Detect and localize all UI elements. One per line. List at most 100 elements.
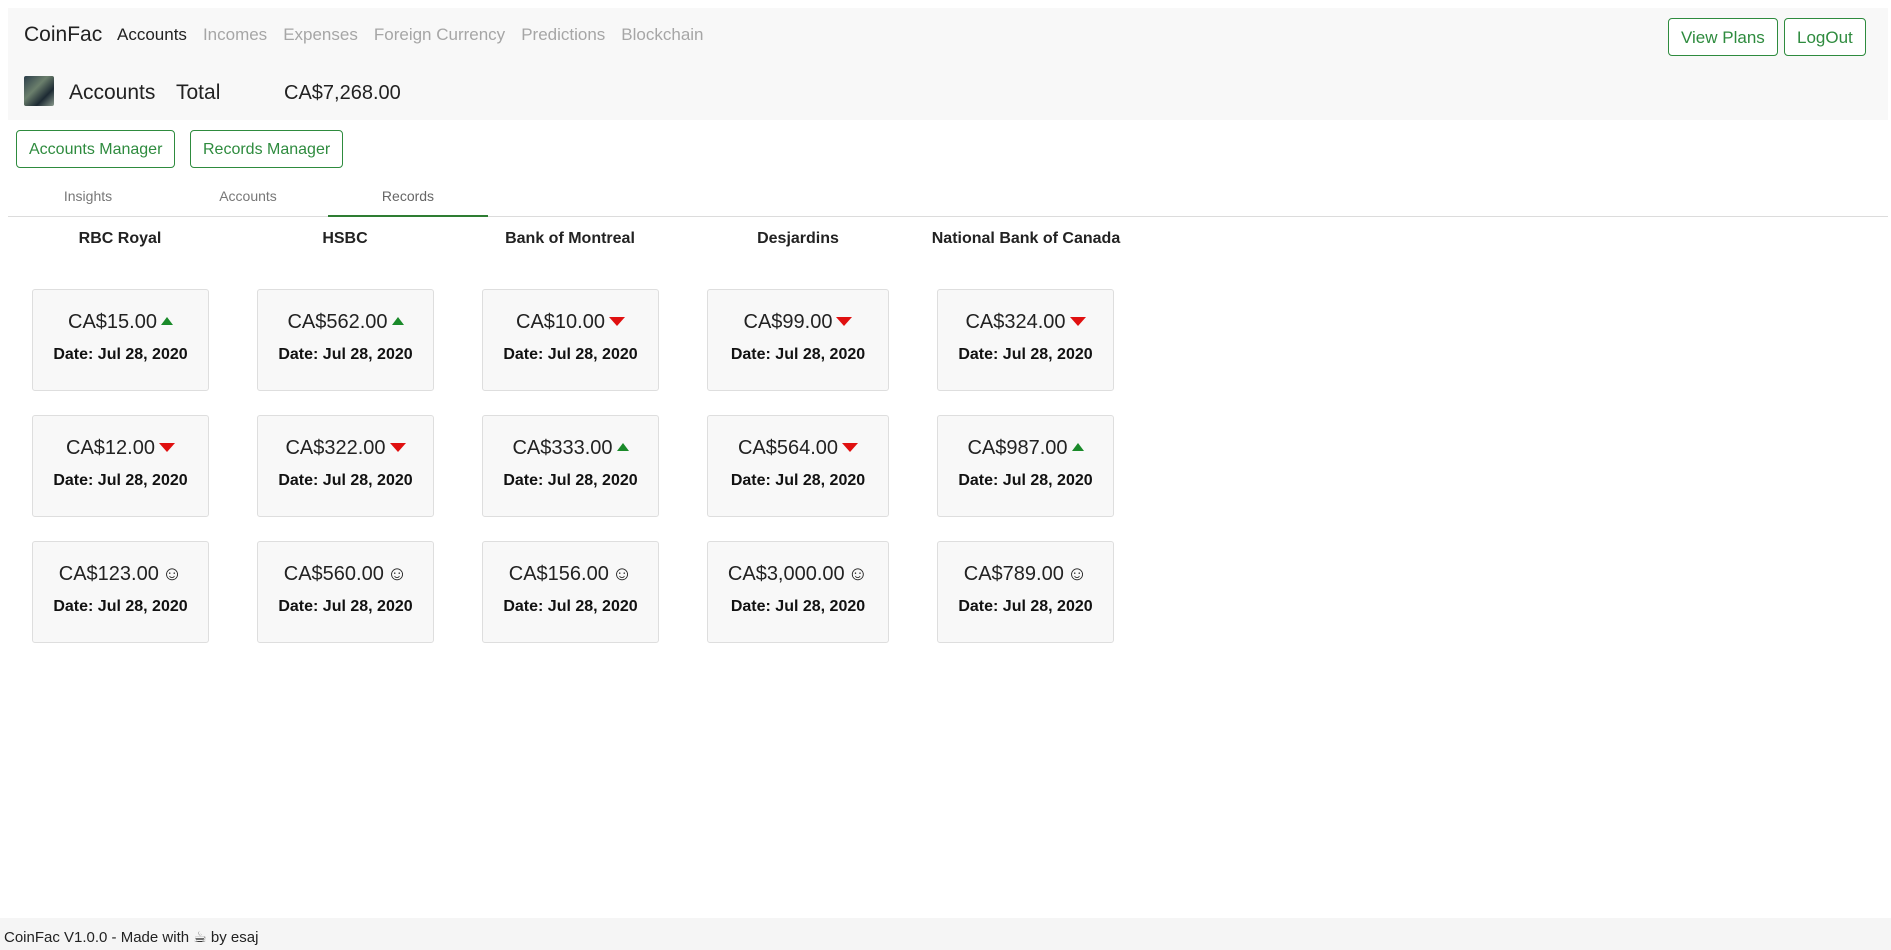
record-card[interactable]: CA$789.00 ☺ Date: Jul 28, 2020 <box>937 541 1114 643</box>
record-amount: CA$10.00 <box>516 311 605 333</box>
record-amount: CA$789.00 <box>963 563 1064 585</box>
triangle-up-icon <box>616 443 629 451</box>
triangle-up-icon <box>391 317 404 325</box>
triangle-up-icon <box>1071 443 1084 451</box>
record-date: Date: Jul 28, 2020 <box>958 346 1093 363</box>
coffee-icon: ☕ <box>193 929 207 946</box>
record-amount: CA$562.00 <box>287 311 388 333</box>
record-card[interactable]: CA$156.00 ☺ Date: Jul 28, 2020 <box>482 541 659 643</box>
nav-item-accounts[interactable]: Accounts <box>117 25 187 45</box>
page-title: Accounts <box>69 81 156 104</box>
smiley-icon: ☺ <box>161 563 183 585</box>
record-date: Date: Jul 28, 2020 <box>53 346 188 363</box>
record-card[interactable]: CA$564.00 Date: Jul 28, 2020 <box>707 415 889 517</box>
record-amount: CA$99.00 <box>743 311 833 333</box>
record-amount: CA$15.00 <box>68 311 157 333</box>
accounts-manager-button[interactable]: Accounts Manager <box>16 130 176 168</box>
record-amount-row: CA$789.00 ☺ <box>938 563 1113 586</box>
triangle-down-icon <box>608 317 625 326</box>
record-card[interactable]: CA$333.00 Date: Jul 28, 2020 <box>482 415 659 517</box>
record-date: Date: Jul 28, 2020 <box>730 346 866 363</box>
record-date: Date: Jul 28, 2020 <box>53 472 188 489</box>
record-card[interactable]: CA$123.00 ☺ Date: Jul 28, 2020 <box>32 541 209 643</box>
nav-item-predictions[interactable]: Predictions <box>521 25 605 45</box>
triangle-down-icon <box>842 443 859 452</box>
logout-button[interactable]: LogOut <box>1784 18 1866 56</box>
record-amount-row: CA$15.00 <box>33 311 208 334</box>
main-nav: Accounts Incomes Expenses Foreign Curren… <box>117 25 720 45</box>
tab-accounts[interactable]: Accounts <box>168 176 328 217</box>
record-amount-row: CA$123.00 ☺ <box>33 563 208 586</box>
record-amount: CA$322.00 <box>285 437 386 459</box>
nav-item-incomes[interactable]: Incomes <box>203 25 267 45</box>
record-amount-row: CA$560.00 ☺ <box>258 563 433 586</box>
record-date: Date: Jul 28, 2020 <box>958 472 1093 489</box>
record-amount: CA$987.00 <box>967 437 1068 459</box>
record-amount-row: CA$156.00 ☺ <box>483 563 658 586</box>
record-card[interactable]: CA$987.00 Date: Jul 28, 2020 <box>937 415 1114 517</box>
avatar[interactable] <box>24 76 54 106</box>
brand-logo[interactable]: CoinFac <box>24 23 102 47</box>
tab-bar: Insights Accounts Records <box>8 176 1888 217</box>
record-amount-row: CA$987.00 <box>938 437 1113 460</box>
smiley-icon: ☺ <box>386 563 408 585</box>
triangle-up-icon <box>160 317 173 325</box>
triangle-down-icon <box>1069 317 1086 326</box>
record-date: Date: Jul 28, 2020 <box>503 598 638 615</box>
records-manager-button[interactable]: Records Manager <box>190 130 344 168</box>
record-amount: CA$324.00 <box>965 311 1066 333</box>
record-amount-row: CA$562.00 <box>258 311 433 334</box>
record-amount-row: CA$324.00 <box>938 311 1113 334</box>
bank-name: National Bank of Canada <box>931 230 1121 247</box>
record-amount-row: CA$564.00 <box>708 437 888 460</box>
total-label: Total <box>176 81 221 104</box>
record-amount: CA$333.00 <box>512 437 613 459</box>
record-amount-row: CA$12.00 <box>33 437 208 460</box>
nav-item-foreign-currency[interactable]: Foreign Currency <box>374 25 505 45</box>
record-amount: CA$12.00 <box>66 437 155 459</box>
footer: CoinFac V1.0.0 - Made with ☕ by esaj <box>0 918 1891 950</box>
record-card[interactable]: CA$12.00 Date: Jul 28, 2020 <box>32 415 209 517</box>
triangle-down-icon <box>836 317 853 326</box>
record-amount-row: CA$333.00 <box>483 437 658 460</box>
record-amount-row: CA$99.00 <box>708 311 888 334</box>
record-card[interactable]: CA$3,000.00 ☺ Date: Jul 28, 2020 <box>707 541 889 643</box>
record-date: Date: Jul 28, 2020 <box>958 598 1093 615</box>
record-amount: CA$560.00 <box>283 563 384 585</box>
smiley-icon: ☺ <box>1066 563 1088 585</box>
tab-records[interactable]: Records <box>328 176 488 217</box>
nav-item-expenses[interactable]: Expenses <box>283 25 358 45</box>
record-card[interactable]: CA$562.00 Date: Jul 28, 2020 <box>257 289 434 391</box>
footer-author: by esaj <box>210 929 259 946</box>
tab-insights[interactable]: Insights <box>8 176 168 217</box>
nav-item-blockchain[interactable]: Blockchain <box>621 25 703 45</box>
triangle-down-icon <box>389 443 406 452</box>
smiley-icon: ☺ <box>611 563 633 585</box>
record-date: Date: Jul 28, 2020 <box>278 472 413 489</box>
record-amount: CA$3,000.00 <box>727 563 845 585</box>
record-card[interactable]: CA$10.00 Date: Jul 28, 2020 <box>482 289 659 391</box>
top-navbar: CoinFac Accounts Incomes Expenses Foreig… <box>8 8 1888 120</box>
record-card[interactable]: CA$15.00 Date: Jul 28, 2020 <box>32 289 209 391</box>
total-value: CA$7,268.00 <box>284 82 401 104</box>
record-date: Date: Jul 28, 2020 <box>278 346 413 363</box>
bank-column-header: National Bank of Canada <box>876 230 1176 248</box>
record-card[interactable]: CA$560.00 ☺ Date: Jul 28, 2020 <box>257 541 434 643</box>
record-amount: CA$564.00 <box>737 437 839 459</box>
record-date: Date: Jul 28, 2020 <box>503 346 638 363</box>
record-amount: CA$156.00 <box>508 563 609 585</box>
record-card[interactable]: CA$322.00 Date: Jul 28, 2020 <box>257 415 434 517</box>
record-date: Date: Jul 28, 2020 <box>730 472 866 489</box>
smiley-icon: ☺ <box>847 563 869 585</box>
record-date: Date: Jul 28, 2020 <box>503 472 638 489</box>
record-amount-row: CA$3,000.00 ☺ <box>708 563 888 586</box>
triangle-down-icon <box>158 443 175 452</box>
record-date: Date: Jul 28, 2020 <box>278 598 413 615</box>
view-plans-button[interactable]: View Plans <box>1668 18 1778 56</box>
record-card[interactable]: CA$324.00 Date: Jul 28, 2020 <box>937 289 1114 391</box>
record-card[interactable]: CA$99.00 Date: Jul 28, 2020 <box>707 289 889 391</box>
record-amount-row: CA$10.00 <box>483 311 658 334</box>
record-amount-row: CA$322.00 <box>258 437 433 460</box>
record-date: Date: Jul 28, 2020 <box>730 598 866 615</box>
record-amount: CA$123.00 <box>58 563 159 585</box>
